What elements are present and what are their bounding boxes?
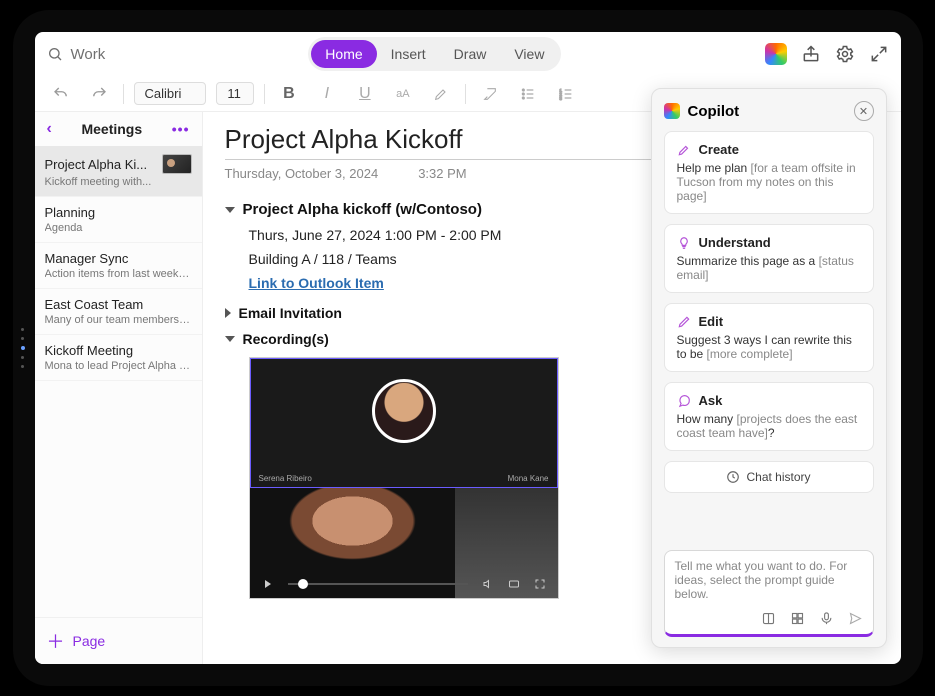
font-family-select[interactable]: Calibri — [134, 82, 207, 105]
bold-icon[interactable]: B — [275, 82, 303, 106]
more-icon[interactable]: ••• — [172, 121, 190, 137]
redo-icon[interactable] — [85, 82, 113, 106]
highlight-icon[interactable] — [427, 82, 455, 106]
page-sidebar: ‹ Meetings ••• Project Alpha Ki... Kicko… — [35, 112, 203, 664]
close-icon[interactable]: ✕ — [854, 101, 874, 121]
history-icon — [726, 470, 740, 484]
note-date: Thursday, October 3, 2024 — [225, 166, 379, 181]
tab-insert[interactable]: Insert — [377, 40, 440, 68]
search-icon — [47, 46, 63, 62]
page-title-4: Kickoff Meeting — [45, 343, 192, 358]
top-bar: Work Home Insert Draw View — [35, 32, 901, 76]
page-sub-1: Agenda — [45, 222, 192, 234]
svg-text:3: 3 — [559, 96, 562, 101]
page-item-4[interactable]: Kickoff Meeting Mona to lead Project Alp… — [35, 335, 202, 381]
page-title-1: Planning — [45, 205, 192, 220]
video-controls[interactable] — [250, 570, 558, 598]
view-tabs: Home Insert Draw View — [308, 37, 561, 71]
copilot-card-create[interactable]: Create Help me plan [for a team offsite … — [664, 131, 874, 214]
expand-icon[interactable] — [869, 44, 889, 64]
copilot-title: Copilot — [688, 103, 740, 120]
mic-icon[interactable] — [819, 611, 834, 626]
page-title-0: Project Alpha Ki... — [45, 157, 148, 172]
chat-icon — [677, 394, 691, 408]
participant-left: Serena Ribeiro — [259, 474, 312, 483]
copilot-prompt-input[interactable]: Tell me what you want to do. For ideas, … — [664, 550, 874, 637]
cc-icon[interactable] — [508, 578, 520, 590]
page-item-1[interactable]: Planning Agenda — [35, 197, 202, 243]
page-item-3[interactable]: East Coast Team Many of our team members… — [35, 289, 202, 335]
avatar — [372, 379, 436, 443]
copilot-card-edit[interactable]: Edit Suggest 3 ways I can rewrite this t… — [664, 303, 874, 372]
tab-draw[interactable]: Draw — [440, 40, 501, 68]
page-sub-4: Mona to lead Project Alpha ki... — [45, 360, 192, 372]
tab-home[interactable]: Home — [311, 40, 376, 68]
page-item-2[interactable]: Manager Sync Action items from last week… — [35, 243, 202, 289]
italic-icon[interactable]: I — [313, 82, 341, 106]
clear-fmt-icon[interactable] — [476, 82, 504, 106]
numbering-icon[interactable]: 123 — [552, 82, 580, 106]
share-icon[interactable] — [801, 44, 821, 64]
send-icon[interactable] — [848, 611, 863, 626]
chat-history-button[interactable]: Chat history — [664, 461, 874, 493]
page-item-0[interactable]: Project Alpha Ki... Kickoff meeting with… — [35, 146, 202, 197]
copilot-panel: Copilot ✕ Create Help me plan [for a tea… — [651, 88, 887, 648]
page-title-3: East Coast Team — [45, 297, 192, 312]
copilot-logo-icon — [664, 103, 680, 119]
outlook-link[interactable]: Link to Outlook Item — [249, 275, 384, 291]
bulb-icon — [677, 236, 691, 250]
copilot-card-ask[interactable]: Ask How many [projects does the east coa… — [664, 382, 874, 451]
prompt-placeholder: Tell me what you want to do. For ideas, … — [675, 559, 863, 601]
page-title-2: Manager Sync — [45, 251, 192, 266]
grid-icon[interactable] — [790, 611, 805, 626]
copilot-card-understand[interactable]: Understand Summarize this page as a [sta… — [664, 224, 874, 293]
page-sub-3: Many of our team members ar... — [45, 314, 192, 326]
font-size-select[interactable]: 11 — [216, 82, 254, 105]
add-page-button[interactable]: ＋ Page — [35, 617, 202, 664]
recording-video[interactable]: Serena Ribeiro Mona Kane — [249, 357, 559, 599]
sidebar-title: Meetings — [81, 121, 142, 137]
back-icon[interactable]: ‹ — [47, 120, 52, 138]
search-input[interactable]: Work — [47, 46, 106, 63]
video-track[interactable] — [288, 583, 468, 585]
undo-icon[interactable] — [47, 82, 75, 106]
page-sub-2: Action items from last weeks... — [45, 268, 192, 280]
gear-icon[interactable] — [835, 44, 855, 64]
underline-icon[interactable]: U — [351, 82, 379, 106]
bullets-icon[interactable] — [514, 82, 542, 106]
plus-icon: ＋ — [47, 628, 65, 654]
book-icon[interactable] — [761, 611, 776, 626]
play-icon[interactable] — [262, 578, 274, 590]
note-time: 3:32 PM — [418, 166, 466, 181]
tab-view[interactable]: View — [500, 40, 558, 68]
pencil-icon — [677, 315, 691, 329]
add-page-label: Page — [73, 633, 106, 649]
chevron-right-icon — [225, 308, 231, 318]
sparkle-icon — [677, 143, 691, 157]
page-sub-0: Kickoff meeting with... — [45, 176, 192, 188]
fullscreen-icon[interactable] — [534, 578, 546, 590]
textsize-icon[interactable]: aA — [389, 82, 417, 106]
volume-icon[interactable] — [482, 578, 494, 590]
page-thumb-0 — [162, 154, 192, 174]
chevron-down-icon — [225, 336, 235, 342]
chevron-down-icon — [225, 207, 235, 213]
participant-right: Mona Kane — [508, 474, 549, 483]
copilot-icon[interactable] — [765, 43, 787, 65]
search-placeholder: Work — [71, 46, 106, 63]
